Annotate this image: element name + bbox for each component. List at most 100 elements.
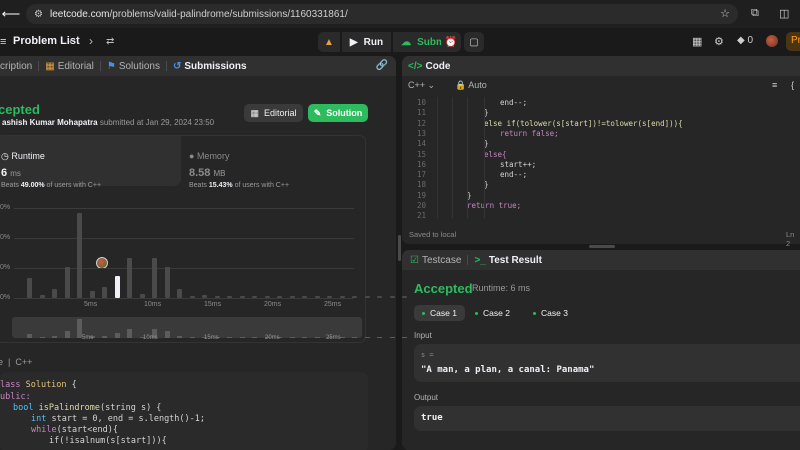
- runtime-bar[interactable]: [352, 296, 357, 298]
- avatar[interactable]: [766, 35, 778, 47]
- url-text: leetcode.com/problems/valid-palindrome/s…: [50, 8, 348, 20]
- runtime-bar[interactable]: [27, 278, 32, 298]
- editor-line[interactable]: end--;: [500, 98, 527, 107]
- address-bar[interactable]: ⚙ leetcode.com/problems/valid-palindrome…: [26, 4, 738, 24]
- runtime-bar[interactable]: [214, 296, 220, 298]
- runtime-bar[interactable]: [202, 295, 207, 298]
- runtime-bar[interactable]: [289, 296, 295, 298]
- mini-bar: [114, 333, 120, 338]
- editor-line[interactable]: else{: [484, 150, 507, 159]
- problem-list-icon[interactable]: ≡: [0, 36, 6, 48]
- notes-button[interactable]: ▢: [464, 32, 484, 52]
- runtime-bar[interactable]: [339, 296, 345, 298]
- braces-icon[interactable]: {: [791, 80, 794, 90]
- shuffle-icon[interactable]: ⇄: [106, 36, 114, 47]
- case-1-tab[interactable]: Case 1: [414, 305, 465, 321]
- tab-testcase[interactable]: ☑ Testcase: [410, 255, 461, 266]
- timer-button[interactable]: ⏰: [441, 32, 461, 52]
- runtime-bar[interactable]: [102, 287, 107, 298]
- next-problem-icon[interactable]: ›: [89, 34, 93, 48]
- output-box: [414, 406, 800, 431]
- format-icon[interactable]: ≡: [772, 80, 777, 90]
- mini-bar: [227, 337, 232, 338]
- x-tick-label: 20ms: [264, 301, 282, 308]
- tab-test-result[interactable]: >_ Test Result: [474, 255, 542, 266]
- editor-line[interactable]: return false;: [500, 129, 559, 138]
- runtime-bar[interactable]: [239, 296, 245, 298]
- runtime-bar[interactable]: [377, 296, 382, 298]
- premium-button[interactable]: Pr: [786, 32, 800, 51]
- runtime-bar[interactable]: [252, 296, 257, 298]
- runtime-bar[interactable]: [127, 257, 132, 298]
- runtime-bar[interactable]: [264, 296, 270, 298]
- case-3-tab[interactable]: Case 3: [525, 305, 576, 321]
- tune-icon[interactable]: ⚙: [34, 9, 50, 20]
- run-button[interactable]: ▶ Run: [341, 32, 392, 52]
- star-icon[interactable]: ☆: [720, 7, 730, 20]
- horizontal-resize-handle[interactable]: [589, 245, 615, 248]
- tab-code[interactable]: </> Code: [408, 61, 450, 72]
- tab-solutions[interactable]: ⚑ Solutions: [107, 61, 160, 72]
- extensions-icon[interactable]: ⧉: [751, 7, 759, 20]
- debug-button[interactable]: ▲: [318, 32, 340, 52]
- runtime-bar[interactable]: [189, 296, 195, 298]
- runtime-bar[interactable]: [402, 296, 407, 298]
- tab-submissions[interactable]: ↺ Submissions: [173, 61, 247, 72]
- runtime-bar[interactable]: [39, 295, 45, 298]
- layout-grid-icon[interactable]: ▦: [692, 35, 702, 48]
- runtime-bar[interactable]: [152, 257, 157, 298]
- link-icon[interactable]: 🔗: [376, 60, 388, 71]
- runtime-bar[interactable]: [314, 296, 320, 298]
- gridline: [14, 208, 354, 209]
- solution-button[interactable]: ✎ Solution: [308, 104, 368, 122]
- runtime-bar[interactable]: [302, 296, 307, 298]
- case-2-tab[interactable]: Case 2: [467, 305, 518, 321]
- line-number: 12: [416, 118, 426, 128]
- x-tick-label: 10ms: [144, 301, 162, 308]
- code-icon: </>: [408, 60, 423, 72]
- runtime-bar[interactable]: [77, 212, 82, 298]
- runtime-bar[interactable]: [177, 289, 182, 298]
- code-tabbar: </> Code: [402, 56, 800, 76]
- runtime-bar[interactable]: [327, 296, 332, 298]
- editor-line[interactable]: return true;: [467, 201, 521, 210]
- y-tick-label: 0%: [0, 264, 11, 271]
- tab-description[interactable]: cription: [0, 61, 32, 72]
- runtime-bar[interactable]: [389, 296, 395, 298]
- runtime-bar[interactable]: [52, 289, 57, 298]
- submission-status: cepted: [0, 102, 40, 117]
- editorial-button[interactable]: ▦ Editorial: [244, 104, 303, 122]
- input-value: "A man, a plan, a canal: Panama": [421, 365, 595, 375]
- y-tick-label: 0%: [0, 234, 11, 241]
- runtime-bar[interactable]: [364, 296, 370, 298]
- your-runtime-bar[interactable]: [114, 275, 120, 298]
- vertical-resize-handle[interactable]: [398, 235, 401, 261]
- language-select[interactable]: C++ ⌄: [408, 80, 435, 91]
- runtime-bar[interactable]: [227, 296, 232, 298]
- pass-dot-icon: [422, 311, 425, 315]
- editor-line[interactable]: start++;: [500, 160, 536, 169]
- runtime-bar[interactable]: [164, 266, 170, 298]
- output-value: true: [421, 413, 443, 423]
- auto-mode-toggle[interactable]: 🔒 Auto: [455, 80, 487, 91]
- settings-icon[interactable]: ⚙: [714, 35, 724, 48]
- code-line: ublic:: [0, 392, 31, 402]
- sidebar-icon[interactable]: ◫: [779, 7, 789, 20]
- runtime-bar[interactable]: [64, 266, 70, 298]
- gridline: [14, 298, 354, 299]
- runtime-beats: Beats 49.00% of users with C++: [1, 182, 102, 189]
- runtime-bar[interactable]: [277, 296, 282, 298]
- tab-editorial[interactable]: ▦ Editorial: [45, 61, 94, 72]
- editor-line[interactable]: else if(tolower(s[start])!=tolower(s[end…: [484, 119, 683, 128]
- cursor-position: Ln 2: [786, 230, 795, 248]
- runtime-bar[interactable]: [89, 290, 95, 298]
- x-tick-label: 25ms: [324, 301, 342, 308]
- mini-bar: [102, 335, 107, 338]
- memory-title[interactable]: ● Memory: [189, 151, 229, 161]
- streak-counter[interactable]: ◆ 0: [737, 35, 753, 46]
- prev-problem-icon[interactable]: ‹: [69, 34, 73, 48]
- runtime-bar[interactable]: [139, 293, 145, 298]
- editor-line[interactable]: end--;: [500, 170, 527, 179]
- code-line: int start = 0, end = s.length()-1;: [31, 414, 206, 424]
- browser-menu-icon[interactable]: ⟵: [0, 0, 22, 28]
